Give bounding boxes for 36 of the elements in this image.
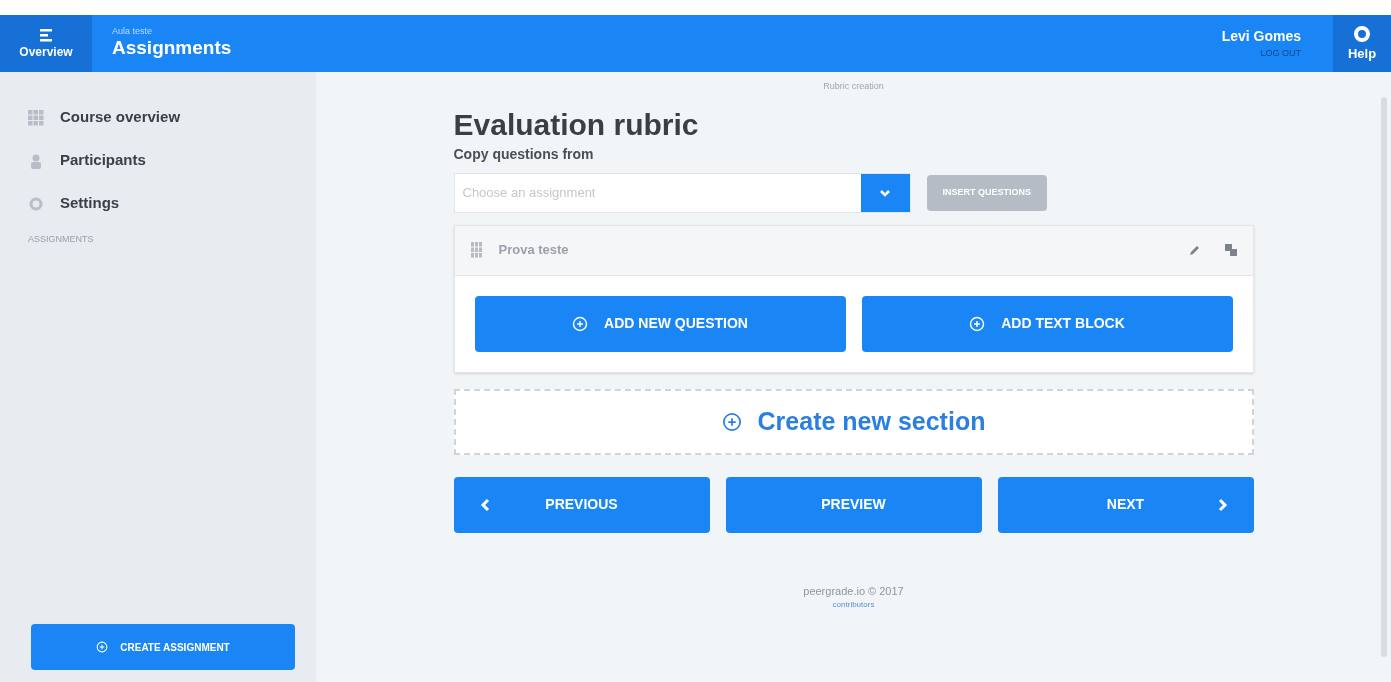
plus-circle-icon: [721, 411, 742, 432]
create-assignment-button[interactable]: CREATE ASSIGNMENT: [31, 624, 295, 670]
settings-icon: [28, 195, 44, 212]
copy-icon[interactable]: [1224, 244, 1237, 256]
user-name: Levi Gomes: [1221, 27, 1301, 47]
person-icon: [28, 152, 44, 169]
copy-label: Copy questions from: [453, 144, 595, 164]
plus-circle-icon: [572, 315, 589, 332]
plus-circle-icon: [96, 641, 109, 653]
copyright-text: peergrade.io © 2017: [803, 583, 904, 599]
add-button[interactable]: ADD TEXT BLOCK: [861, 295, 1233, 352]
add-button[interactable]: ADD NEW QUESTION: [474, 295, 846, 352]
sidebar-item[interactable]: Participants: [28, 139, 296, 182]
rubric-title: Evaluation rubric: [453, 109, 700, 140]
nav-button[interactable]: NEXT: [997, 476, 1254, 533]
help-button[interactable]: Help: [1333, 15, 1391, 72]
assignment-select[interactable]: Choose an assignment: [453, 172, 911, 213]
nav-button[interactable]: PREVIEW: [725, 476, 982, 533]
nav-button[interactable]: PREVIOUS: [453, 476, 710, 533]
logout-link[interactable]: LOG OUT: [1260, 47, 1301, 61]
menu-icon: [38, 26, 54, 43]
sidebar-item[interactable]: Course overview: [28, 96, 296, 139]
plus-circle-icon: [969, 315, 986, 332]
drag-handle-icon: [470, 242, 483, 258]
section-label: ASSIGNMENTS: [28, 233, 95, 246]
course-name: Aula teste: [112, 27, 154, 37]
breadcrumb: Rubric creation: [823, 80, 884, 93]
section-title: Prova teste: [498, 241, 569, 260]
assignment-input[interactable]: Choose an assignment: [454, 173, 861, 212]
create-section-button[interactable]: Create new section: [453, 388, 1254, 455]
pencil-icon[interactable]: [1188, 244, 1201, 256]
page-title: Assignments: [112, 36, 232, 60]
overview-menu-button[interactable]: Overview: [0, 15, 92, 72]
sidebar-item[interactable]: Settings: [28, 182, 296, 225]
contributors-link[interactable]: contributors: [832, 599, 875, 611]
grid-icon: [28, 109, 44, 126]
